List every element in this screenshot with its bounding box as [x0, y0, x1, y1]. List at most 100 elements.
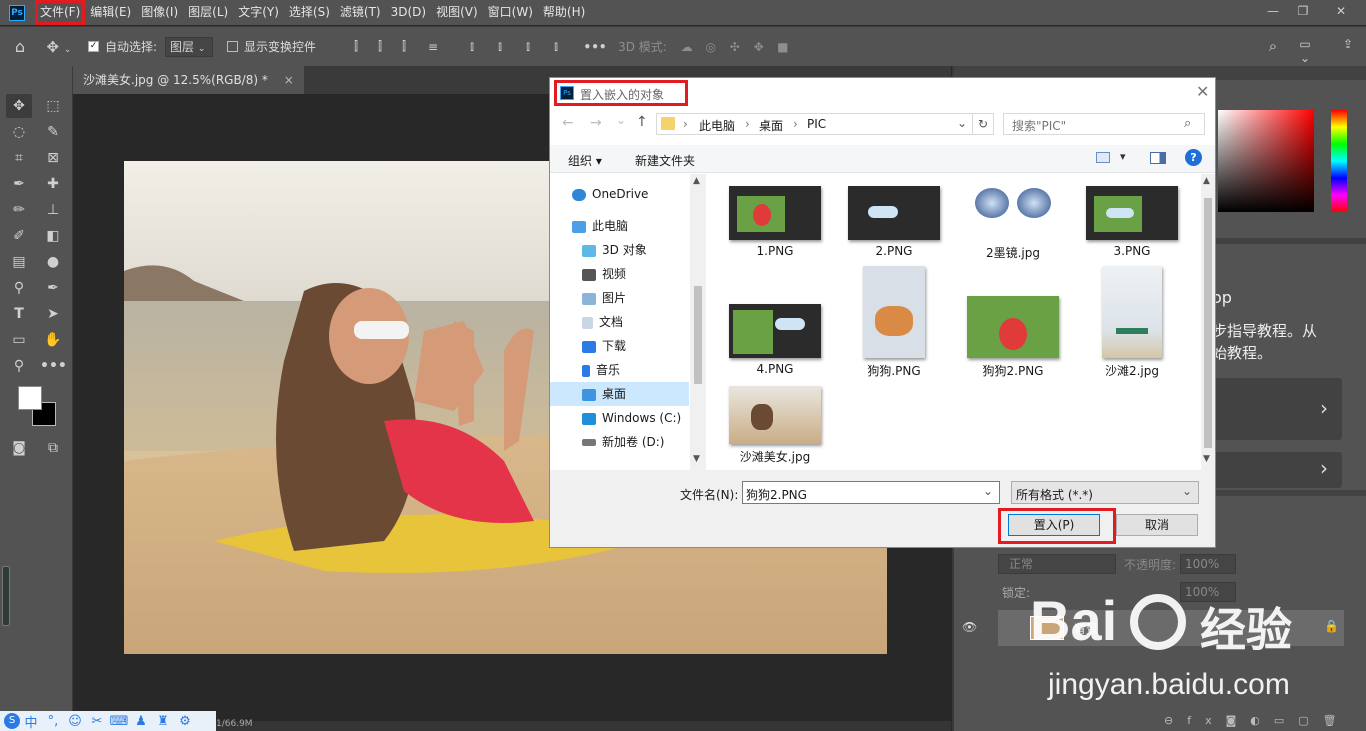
distribute-icon[interactable]: ≡ — [416, 40, 450, 54]
nav-downloads[interactable]: 下载 — [550, 334, 689, 358]
file-name[interactable]: 3.PNG — [1077, 244, 1187, 258]
nav-drive-c[interactable]: Windows (C:) — [550, 406, 689, 430]
blend-mode-dropdown[interactable]: 正常 — [998, 554, 1116, 574]
history-dropdown-icon[interactable]: ⌄ — [616, 113, 626, 127]
dodge-tool-icon[interactable]: ⚲ — [6, 276, 32, 300]
tutorial-card-1[interactable]: › — [1212, 378, 1342, 440]
forward-icon[interactable]: → — [590, 115, 602, 131]
file-name[interactable]: 狗狗2.PNG — [958, 362, 1068, 379]
ime-logo-icon[interactable]: S — [4, 713, 20, 729]
move-tool-icon[interactable]: ✥ — [6, 94, 32, 118]
healing-tool-icon[interactable]: ✚ — [40, 172, 66, 196]
eyedropper-tool-icon[interactable]: ✒ — [6, 172, 32, 196]
organize-button[interactable]: 组织 ▾ — [568, 152, 602, 169]
hand-tool-icon[interactable]: ✋ — [40, 328, 66, 352]
file-name[interactable]: 沙滩美女.jpg — [720, 448, 830, 465]
more-tools-icon[interactable]: ••• — [40, 354, 67, 378]
search-input[interactable]: 搜索"PIC" ⌕ — [1003, 113, 1205, 135]
ime-skin-icon[interactable]: ♜ — [152, 714, 174, 729]
view-dropdown-icon[interactable]: ▾ — [1120, 150, 1126, 163]
crop-tool-icon[interactable]: ⌗ — [6, 146, 32, 170]
lasso-tool-icon[interactable]: ◌ — [6, 120, 32, 144]
move-tool-icon[interactable]: ✥ ⌄ — [40, 38, 78, 56]
ime-emoji-icon[interactable]: ☺ — [64, 714, 86, 729]
filetype-select[interactable]: 所有格式 (*.*) ⌄ — [1011, 481, 1199, 504]
nav-3d-objects[interactable]: 3D 对象 — [550, 238, 689, 262]
file-thumb-6[interactable] — [863, 266, 925, 358]
tutorial-card-2[interactable]: › — [1212, 452, 1342, 488]
menu-type[interactable]: 文字(Y) — [233, 0, 284, 25]
eraser-tool-icon[interactable]: ◧ — [40, 224, 66, 248]
view-options-icon[interactable] — [1096, 152, 1110, 163]
brush-tool-icon[interactable]: ✏ — [6, 198, 32, 222]
nav-scroll-thumb[interactable] — [694, 286, 702, 384]
align-middle-icon[interactable]: ⫾ — [486, 39, 514, 54]
menu-file[interactable]: 文件(F) — [35, 0, 86, 25]
blur-tool-icon[interactable]: ● — [40, 250, 66, 274]
new-folder-button[interactable]: 新建文件夹 — [635, 152, 695, 169]
menu-view[interactable]: 视图(V) — [431, 0, 483, 25]
distribute-v-icon[interactable]: ⫾ — [542, 39, 570, 54]
preview-pane-icon[interactable] — [1150, 152, 1166, 164]
minimize-button[interactable]: — — [1265, 5, 1281, 17]
place-button[interactable]: 置入(P) — [1008, 514, 1100, 536]
auto-select-checkbox[interactable]: ✓ — [88, 41, 99, 52]
nav-videos[interactable]: 视频 — [550, 262, 689, 286]
file-name[interactable]: 2.PNG — [839, 244, 949, 258]
ime-scissors-icon[interactable]: ✂ — [86, 714, 108, 729]
file-name[interactable]: 2墨镜.jpg — [958, 244, 1068, 261]
up-icon[interactable]: ↑ — [636, 114, 648, 130]
align-left-icon[interactable]: ⫿ — [344, 39, 368, 54]
nav-drive-d[interactable]: 新加卷 (D:) — [550, 430, 689, 454]
file-thumb-3[interactable] — [967, 174, 1059, 240]
file-name[interactable]: 沙滩2.jpg — [1077, 362, 1187, 379]
file-thumb-9[interactable] — [729, 386, 821, 444]
menu-select[interactable]: 选择(S) — [284, 0, 335, 25]
menu-window[interactable]: 窗口(W) — [483, 0, 538, 25]
eye-icon[interactable]: 👁 — [962, 620, 977, 634]
menu-edit[interactable]: 编辑(E) — [85, 0, 136, 25]
nav-onedrive[interactable]: OneDrive — [550, 182, 689, 206]
ime-user-icon[interactable]: ♟ — [130, 714, 152, 729]
dialog-close-icon[interactable]: ✕ — [1196, 82, 1209, 101]
quick-mask-icon[interactable]: ◙ — [6, 436, 32, 460]
auto-select-dropdown[interactable]: 图层 ⌄ — [165, 36, 214, 57]
frame-tool-icon[interactable]: ⊠ — [40, 146, 66, 170]
type-tool-icon[interactable]: T — [6, 302, 32, 326]
screen-mode-icon[interactable]: ⧉ — [40, 436, 66, 460]
breadcrumb-this-pc[interactable]: 此电脑 — [699, 117, 735, 134]
nav-documents[interactable]: 文档 — [550, 310, 689, 334]
ime-settings-icon[interactable]: ⚙ — [174, 714, 196, 729]
align-bottom-icon[interactable]: ⫾ — [514, 39, 542, 54]
layer-actions[interactable]: ⊖fx◙◐▭▢🗑 — [1164, 714, 1351, 727]
history-brush-icon[interactable]: ✐ — [6, 224, 32, 248]
more-options-icon[interactable]: ••• — [578, 40, 612, 54]
ime-punct-icon[interactable]: °, — [42, 714, 64, 729]
align-right-icon[interactable]: ⫿ — [392, 39, 416, 54]
gradient-tool-icon[interactable]: ▤ — [6, 250, 32, 274]
menu-layer[interactable]: 图层(L) — [183, 0, 233, 25]
file-name[interactable]: 1.PNG — [720, 244, 830, 258]
restore-button[interactable]: ❐ — [1295, 5, 1311, 17]
breadcrumb-pic[interactable]: PIC — [807, 117, 826, 131]
refresh-icon[interactable]: ↻ — [972, 113, 994, 135]
document-tab[interactable]: 沙滩美女.jpg @ 12.5%(RGB/8) * × — [73, 66, 304, 94]
menu-help[interactable]: 帮助(H) — [538, 0, 590, 25]
address-dropdown-icon[interactable]: ⌄ — [957, 116, 967, 130]
hue-slider[interactable] — [1331, 110, 1347, 212]
close-window-button[interactable]: ✕ — [1333, 5, 1349, 17]
cancel-button[interactable]: 取消 — [1116, 514, 1198, 536]
files-scroll-thumb[interactable] — [1204, 198, 1212, 448]
rectangle-tool-icon[interactable]: ▭ — [6, 328, 32, 352]
file-name[interactable]: 4.PNG — [720, 362, 830, 376]
menu-3d[interactable]: 3D(D) — [386, 0, 431, 25]
menu-image[interactable]: 图像(I) — [136, 0, 183, 25]
ime-chinese-icon[interactable]: 中 — [20, 712, 42, 731]
file-thumb-5[interactable] — [729, 304, 821, 358]
opacity-input[interactable]: 100% — [1180, 554, 1236, 574]
filename-dropdown-icon[interactable]: ⌄ — [983, 484, 993, 498]
home-icon[interactable]: ⌂ — [0, 37, 40, 56]
back-icon[interactable]: ← — [562, 115, 574, 131]
nav-pictures[interactable]: 图片 — [550, 286, 689, 310]
close-tab-icon[interactable]: × — [284, 73, 294, 87]
